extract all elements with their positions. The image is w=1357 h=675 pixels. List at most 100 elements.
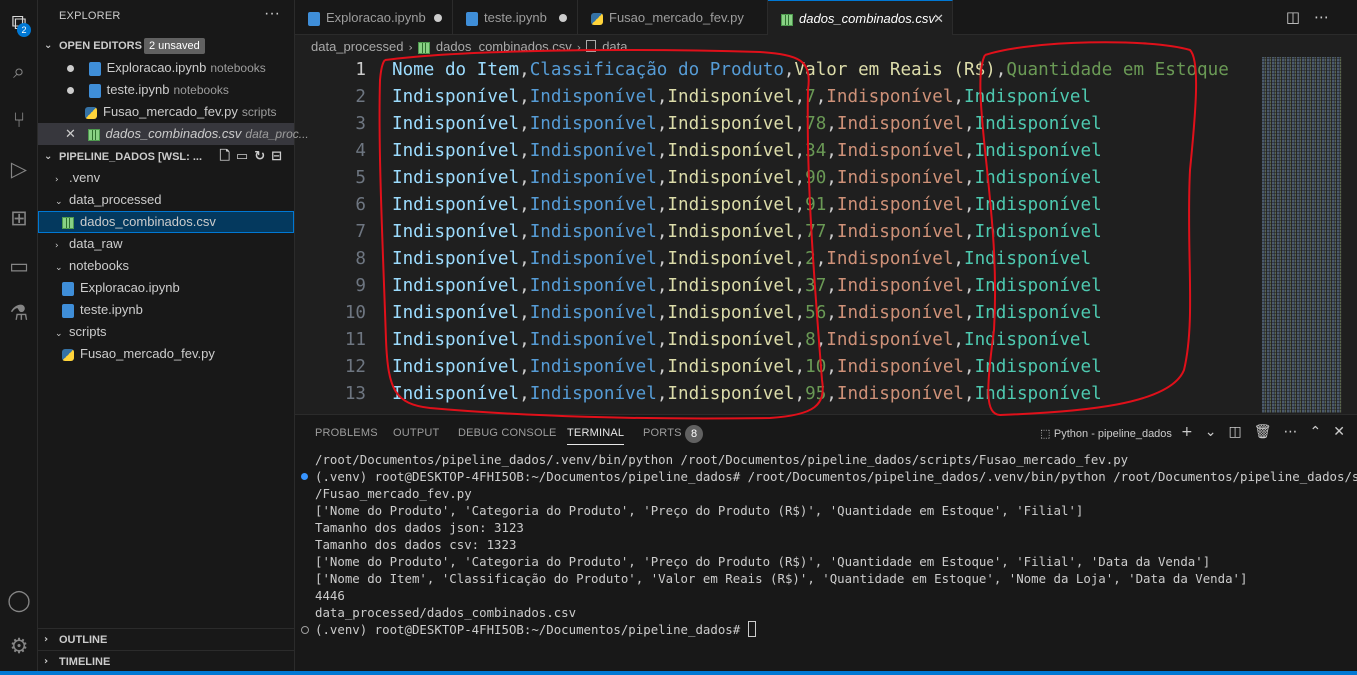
tree-item-folder[interactable]: ⌄ scripts (38, 321, 294, 343)
code-line[interactable]: 2 Indisponível,Indisponível,Indisponível,… (295, 84, 1260, 111)
code-text: Indisponível,Indisponível,Indisponível,9… (392, 192, 1102, 219)
csv-cell: Indisponível (964, 330, 1092, 350)
csv-file-icon (781, 13, 793, 26)
command-decoration-icon[interactable] (301, 626, 309, 634)
code-line[interactable]: 7 Indisponível,Indisponível,Indisponível,… (295, 219, 1260, 246)
csv-separator: , (826, 114, 837, 134)
maximize-panel-icon[interactable]: ⌃ (1309, 424, 1333, 440)
csv-cell: Indisponível (836, 195, 964, 215)
command-decoration-icon[interactable] (301, 473, 308, 480)
tab-terminal[interactable]: TERMINAL (567, 427, 625, 445)
line-number: 13 (344, 384, 366, 404)
tree-item-folder[interactable]: › data_raw (38, 233, 294, 255)
timeline-header[interactable]: › TIMELINE (38, 650, 294, 672)
more-actions-icon[interactable]: ⋯ (1314, 8, 1343, 26)
split-terminal-icon[interactable]: ◫ (1228, 424, 1253, 440)
outline-header[interactable]: › OUTLINE (38, 628, 294, 650)
open-editor-item[interactable]: Fusao_mercado_fev.py scripts (38, 101, 294, 123)
testing-flask-icon[interactable]: ⚗ (3, 297, 35, 329)
more-actions-icon[interactable]: ⋯ (1283, 424, 1309, 440)
csv-cell: Indisponível (667, 195, 795, 215)
open-editor-item[interactable]: teste.ipynb notebooks (38, 79, 294, 101)
workspace-header[interactable]: ⌄ PIPELINE_DADOS [WSL: ... 🗋▭↻⊟ (38, 146, 294, 168)
tab-exploracao[interactable]: Exploracao.ipynb (295, 0, 453, 35)
tree-item-file-selected[interactable]: dados_combinados.csv (38, 211, 294, 233)
code-line[interactable]: 3 Indisponível,Indisponível,Indisponível,… (295, 111, 1260, 138)
code-line[interactable]: 1 Nome do Item,Classificação do Produto,V… (295, 57, 1260, 84)
tab-ports[interactable]: PORTS (643, 427, 682, 439)
tab-output[interactable]: OUTPUT (393, 427, 439, 439)
close-icon[interactable]: ✕ (933, 1, 944, 36)
code-text: Indisponível,Indisponível,Indisponível,3… (392, 273, 1102, 300)
tree-item-folder[interactable]: ⌄ notebooks (38, 255, 294, 277)
new-folder-icon[interactable]: ▭ (236, 149, 254, 164)
code-text: Indisponível,Indisponível,Indisponível,7… (392, 84, 1091, 111)
close-icon[interactable]: ✕ (65, 127, 76, 142)
search-icon[interactable]: ⌕ (3, 55, 35, 87)
chevron-down-icon[interactable]: ⌄ (1205, 424, 1229, 440)
tree-item-file[interactable]: Fusao_mercado_fev.py (38, 343, 294, 365)
code-line[interactable]: 5 Indisponível,Indisponível,Indisponível,… (295, 165, 1260, 192)
more-actions-icon[interactable]: ··· (264, 5, 280, 23)
unsaved-dot-icon[interactable] (67, 87, 74, 94)
tree-item-folder[interactable]: › .venv (38, 167, 294, 189)
csv-separator: , (519, 87, 530, 107)
terminal-name[interactable]: ⬚ Python - pipeline_dados (1040, 427, 1172, 440)
csv-cell: Indisponível (836, 168, 964, 188)
code-line[interactable]: 11 Indisponível,Indisponível,Indisponível… (295, 327, 1260, 354)
csv-cell: Indisponível (392, 384, 520, 404)
tree-item-file[interactable]: Exploracao.ipynb (38, 277, 294, 299)
terminal-line: data_processed/dados_combinados.csv (315, 604, 576, 621)
open-editor-name: Fusao_mercado_fev.py (103, 104, 238, 119)
breadcrumb-file[interactable]: dados_combinados.csv (436, 39, 572, 54)
settings-gear-icon[interactable]: ⚙ (3, 630, 35, 662)
code-line[interactable]: 10 Indisponível,Indisponível,Indisponível… (295, 300, 1260, 327)
unsaved-dot-icon[interactable] (559, 14, 567, 22)
csv-cell: 10 (805, 357, 827, 377)
unsaved-dot-icon[interactable] (434, 14, 442, 22)
collapse-all-icon[interactable]: ⊟ (271, 149, 288, 164)
csv-cell: Indisponível (529, 168, 657, 188)
open-editor-item-active[interactable]: ✕ dados_combinados.csv data_proc... (38, 123, 309, 145)
tab-teste[interactable]: teste.ipynb (453, 0, 578, 35)
source-control-icon[interactable]: ⑂ (3, 104, 35, 136)
tab-debug-console[interactable]: DEBUG CONSOLE (458, 427, 557, 439)
close-icon[interactable]: ✕ (1333, 424, 1357, 440)
code-line[interactable]: 8 Indisponível,Indisponível,Indisponível,… (295, 246, 1260, 273)
code-line[interactable]: 6 Indisponível,Indisponível,Indisponível,… (295, 192, 1260, 219)
account-icon[interactable]: ◯ (3, 584, 35, 616)
code-line[interactable]: 12 Indisponível,Indisponível,Indisponível… (295, 354, 1260, 381)
split-editor-icon[interactable]: ◫ (1286, 8, 1314, 26)
csv-cell: 2 (805, 249, 816, 269)
run-debug-icon[interactable]: ▷ (3, 153, 35, 185)
csv-separator: , (519, 168, 530, 188)
refresh-icon[interactable]: ↻ (254, 149, 271, 164)
trash-icon[interactable]: 🗑 (1254, 424, 1284, 440)
tab-problems[interactable]: PROBLEMS (315, 427, 378, 439)
remote-explorer-icon[interactable]: ▭ (3, 250, 35, 282)
tree-item-file[interactable]: teste.ipynb (38, 299, 294, 321)
breadcrumb-symbol[interactable]: data (602, 39, 627, 54)
csv-separator: , (656, 384, 668, 404)
code-editor[interactable]: 1 Nome do Item,Classificação do Produto,V… (295, 57, 1260, 413)
open-editor-item[interactable]: Exploracao.ipynb notebooks (38, 57, 294, 79)
new-file-icon[interactable]: 🗋 (219, 149, 235, 164)
tab-dados-combinados[interactable]: dados_combinados.csv ✕ (768, 0, 953, 35)
code-line[interactable]: 9 Indisponível,Indisponível,Indisponível,… (295, 273, 1260, 300)
csv-separator: , (964, 276, 975, 296)
tree-item-folder[interactable]: ⌄ data_processed (38, 189, 294, 211)
new-terminal-plus-icon[interactable]: + (1181, 424, 1205, 440)
tab-fusao[interactable]: Fusao_mercado_fev.py (578, 0, 768, 35)
extensions-icon[interactable]: ⊞ (3, 202, 35, 234)
line-number: 12 (344, 357, 366, 377)
csv-separator: , (794, 168, 806, 188)
minimap[interactable] (1262, 57, 1342, 413)
workspace-actions[interactable]: 🗋▭↻⊟ (219, 146, 288, 168)
unsaved-dot-icon[interactable] (67, 65, 74, 72)
breadcrumb-folder[interactable]: data_processed (311, 39, 404, 54)
open-editors-header[interactable]: ⌄ OPEN EDITORS 2 unsaved (38, 35, 294, 57)
code-line[interactable]: 13 Indisponível,Indisponível,Indisponível… (295, 381, 1260, 408)
editor-scrollbar[interactable] (1343, 57, 1357, 413)
csv-cell: Indisponível (836, 303, 964, 323)
code-line[interactable]: 4 Indisponível,Indisponível,Indisponível,… (295, 138, 1260, 165)
